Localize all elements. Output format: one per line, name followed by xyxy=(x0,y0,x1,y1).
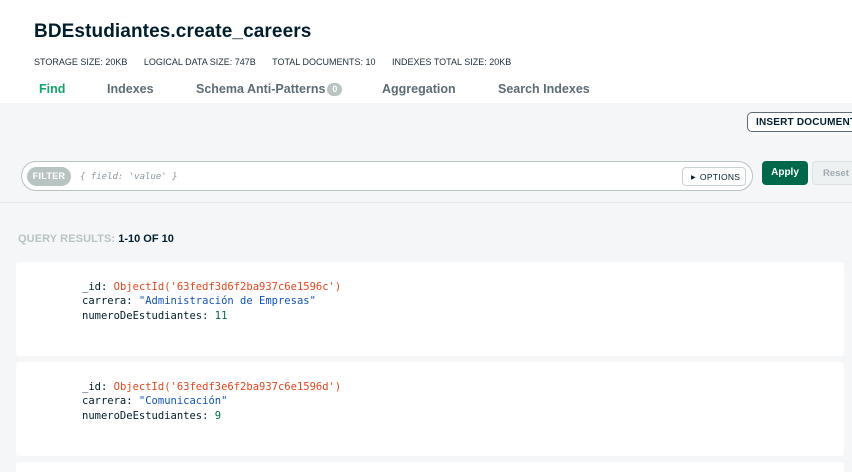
document-card[interactable]: _id: ObjectId('63fedf3d6f2ba937c6e1596c'… xyxy=(16,262,844,356)
document-field-numero: numeroDeEstudiantes: 9 xyxy=(82,410,221,422)
field-value-objectid: ObjectId('63fedf3e6f2ba937c6e1596d') xyxy=(113,381,342,393)
options-label: OPTIONS xyxy=(699,172,741,182)
collection-tabs: Find Indexes Schema Anti-Patterns 0 Aggre… xyxy=(0,82,852,102)
field-value-objectid: ObjectId('63fedf3d6f2ba937c6e1596c') xyxy=(113,281,342,293)
tab-find[interactable]: Find xyxy=(39,82,65,96)
section-divider xyxy=(0,202,852,203)
indexes-total-size-stat: INDEXES TOTAL SIZE: 20KB xyxy=(392,57,512,67)
field-key: numeroDeEstudiantes: xyxy=(82,410,209,422)
filter-badge: FILTER xyxy=(27,167,71,186)
reset-button[interactable]: Reset xyxy=(812,161,852,185)
caret-right-icon: ▶ xyxy=(691,175,696,181)
document-field-numero: numeroDeEstudiantes: 11 xyxy=(82,310,227,322)
collection-title: BDEstudiantes.create_careers xyxy=(34,21,312,42)
query-results-label: QUERY RESULTS: xyxy=(18,233,116,245)
document-field-id: _id: ObjectId('63fedf3e6f2ba937c6e1596d'… xyxy=(82,381,341,393)
document-card[interactable] xyxy=(16,462,844,472)
tab-schema-anti-patterns[interactable]: Schema Anti-Patterns 0 xyxy=(196,82,343,96)
apply-button[interactable]: Apply xyxy=(762,161,808,185)
field-value-number: 11 xyxy=(214,310,228,322)
field-key: _id: xyxy=(82,381,108,393)
collection-stats: STORAGE SIZE: 20KB LOGICAL DATA SIZE: 74… xyxy=(34,57,525,67)
query-results-summary: QUERY RESULTS: 1-10 OF 10 xyxy=(18,233,174,245)
insert-document-button[interactable]: INSERT DOCUMENT xyxy=(747,112,852,132)
field-key: carrera: xyxy=(82,295,133,307)
field-key: _id: xyxy=(82,281,108,293)
field-value-number: 9 xyxy=(214,410,222,422)
tab-search-indexes[interactable]: Search Indexes xyxy=(498,82,590,96)
field-key: carrera: xyxy=(82,395,133,407)
document-field-carrera: carrera: "Administración de Empresas" xyxy=(82,295,316,307)
filter-input[interactable] xyxy=(80,169,680,185)
collection-header: BDEstudiantes.create_careers STORAGE SIZ… xyxy=(0,0,852,103)
field-value-string: "Comunicación" xyxy=(138,395,228,407)
tab-aggregation[interactable]: Aggregation xyxy=(382,82,456,96)
document-card[interactable]: _id: ObjectId('63fedf3e6f2ba937c6e1596d'… xyxy=(16,362,844,456)
document-field-carrera: carrera: "Comunicación" xyxy=(82,395,227,407)
field-key: numeroDeEstudiantes: xyxy=(82,310,209,322)
total-documents-stat: TOTAL DOCUMENTS: 10 xyxy=(272,57,376,67)
query-results-count: 1-10 OF 10 xyxy=(118,233,174,245)
filter-bar: FILTER ▶OPTIONS xyxy=(21,161,753,191)
document-field-id: _id: ObjectId('63fedf3d6f2ba937c6e1596c'… xyxy=(82,281,341,293)
storage-size-stat: STORAGE SIZE: 20KB xyxy=(34,57,128,67)
field-value-string: "Administración de Empresas" xyxy=(138,295,316,307)
tab-schema-anti-patterns-label: Schema Anti-Patterns xyxy=(196,82,326,96)
logical-data-size-stat: LOGICAL DATA SIZE: 747B xyxy=(143,57,256,67)
anti-patterns-count-badge: 0 xyxy=(327,83,343,96)
options-button[interactable]: ▶ OPTIONS xyxy=(682,167,746,186)
tab-indexes[interactable]: Indexes xyxy=(107,82,154,96)
